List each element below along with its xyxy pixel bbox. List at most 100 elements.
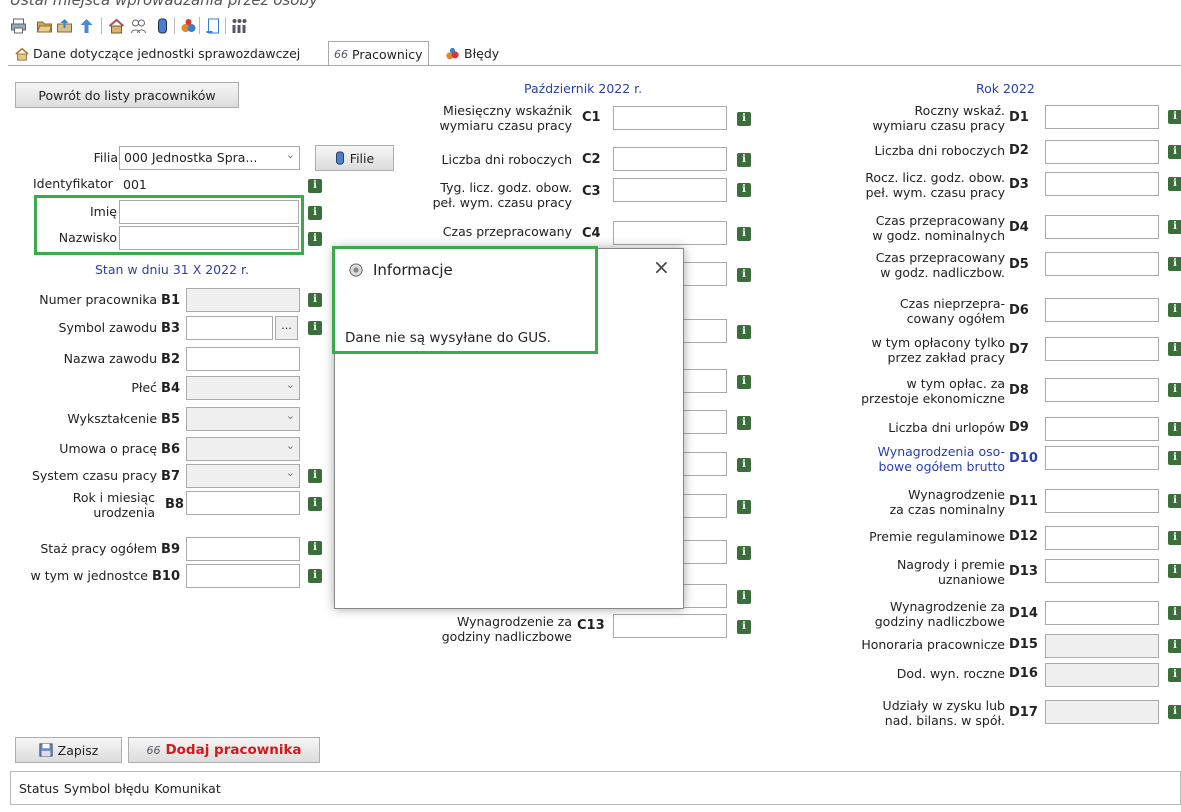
info-icon[interactable]: i — [1168, 220, 1181, 234]
info-icon[interactable]: i — [737, 620, 751, 634]
back-to-list-button[interactable]: Powrót do listy pracowników — [15, 82, 239, 108]
info-icon[interactable]: i — [737, 112, 751, 126]
info-icon[interactable]: i — [1168, 422, 1181, 436]
add-employee-button[interactable]: 66 Dodaj pracownika — [128, 737, 320, 763]
tab-jednostka[interactable]: Dane dotyczące jednostki sprawozdawczej — [10, 42, 305, 65]
info-icon[interactable]: i — [308, 497, 322, 511]
info-icon[interactable]: i — [308, 541, 322, 555]
c13-field[interactable] — [613, 614, 727, 638]
print-icon[interactable] — [10, 18, 27, 34]
b1-field[interactable] — [186, 288, 300, 312]
info-icon[interactable]: i — [308, 179, 322, 193]
info-icon[interactable]: i — [308, 469, 322, 483]
house-icon[interactable] — [108, 18, 125, 34]
info-icon[interactable]: i — [737, 153, 751, 167]
info-icon[interactable]: i — [1168, 705, 1181, 719]
info-icon[interactable]: i — [308, 206, 322, 220]
info-icon[interactable]: i — [1168, 383, 1181, 397]
table-icon[interactable] — [231, 18, 248, 34]
info-icon[interactable]: i — [1168, 342, 1181, 356]
year-field-d1[interactable] — [1045, 105, 1159, 129]
year-field-d8[interactable] — [1045, 378, 1159, 402]
year-field-d13[interactable] — [1045, 559, 1159, 583]
error-symbol-column[interactable]: Symbol błędu — [64, 781, 150, 796]
info-icon[interactable]: i — [737, 546, 751, 560]
filie-button[interactable]: Filie — [315, 145, 394, 171]
b4-select[interactable]: ⌄ — [186, 376, 300, 400]
tab-pracownicy[interactable]: 66 Pracownicy — [328, 41, 429, 66]
info-icon[interactable]: i — [1168, 564, 1181, 578]
browse-button[interactable]: ... — [275, 316, 298, 340]
year-field-d9[interactable] — [1045, 417, 1159, 441]
info-icon[interactable]: i — [737, 416, 751, 430]
info-icon[interactable]: i — [737, 590, 751, 604]
close-icon[interactable]: × — [653, 257, 670, 277]
year-field-d16[interactable] — [1045, 663, 1159, 687]
year-field-d3[interactable] — [1045, 172, 1159, 196]
b5-select[interactable]: ⌄ — [186, 407, 300, 431]
c1-field[interactable] — [613, 106, 727, 130]
info-icon[interactable]: i — [1168, 639, 1181, 653]
info-icon[interactable]: i — [308, 321, 322, 335]
b6-select[interactable]: ⌄ — [186, 437, 300, 461]
b9-field[interactable] — [186, 537, 300, 561]
b2-field[interactable] — [186, 347, 300, 371]
year-field-d11[interactable] — [1045, 489, 1159, 513]
year-field-d12[interactable] — [1045, 526, 1159, 550]
year-field-d2[interactable] — [1045, 140, 1159, 164]
c11-field[interactable] — [684, 540, 727, 564]
open-icon[interactable] — [36, 18, 53, 34]
c12-field[interactable] — [684, 584, 727, 608]
info-icon[interactable]: i — [1168, 668, 1181, 682]
info-icon[interactable]: i — [737, 227, 751, 241]
info-icon[interactable]: i — [308, 232, 322, 246]
b10-field[interactable] — [186, 564, 300, 588]
info-icon[interactable]: i — [737, 458, 751, 472]
info-icon[interactable]: i — [737, 325, 751, 339]
identyfikator-field[interactable]: 001 — [119, 173, 300, 197]
c7-field[interactable] — [684, 369, 727, 393]
b7-select[interactable]: ⌄ — [186, 464, 300, 488]
upload-icon[interactable] — [56, 18, 73, 34]
year-field-d5[interactable] — [1045, 252, 1159, 276]
c6-field[interactable] — [684, 319, 727, 343]
info-icon[interactable]: i — [1168, 110, 1181, 124]
save-doc-icon[interactable] — [205, 18, 222, 34]
filia-select[interactable]: 000 Jednostka Spra... ⌄ — [119, 146, 300, 170]
people-icon[interactable] — [180, 18, 197, 34]
info-icon[interactable]: i — [1168, 303, 1181, 317]
c3-field[interactable] — [613, 178, 727, 202]
b8-field[interactable] — [186, 491, 300, 515]
year-field-d7[interactable] — [1045, 337, 1159, 361]
info-icon[interactable]: i — [1168, 606, 1181, 620]
c2-field[interactable] — [613, 147, 727, 171]
save-button[interactable]: Zapisz — [15, 737, 122, 763]
info-icon[interactable]: i — [737, 183, 751, 197]
info-icon[interactable]: i — [1168, 531, 1181, 545]
info-icon[interactable]: i — [308, 569, 322, 583]
info-icon[interactable]: i — [308, 293, 322, 307]
year-field-d14[interactable] — [1045, 601, 1159, 625]
c8-field[interactable] — [684, 410, 727, 434]
c10-field[interactable] — [684, 494, 727, 518]
info-icon[interactable]: i — [737, 375, 751, 389]
info-icon[interactable]: i — [737, 268, 751, 282]
c4-field[interactable] — [613, 221, 727, 245]
year-field-d17[interactable] — [1045, 700, 1159, 724]
info-icon[interactable]: i — [737, 500, 751, 514]
year-field-d4[interactable] — [1045, 215, 1159, 239]
b3-field[interactable] — [186, 316, 273, 340]
year-field-d15[interactable] — [1045, 634, 1159, 658]
info-icon[interactable]: i — [1168, 257, 1181, 271]
status-column[interactable]: Status — [19, 781, 59, 796]
year-field-d10[interactable] — [1045, 446, 1159, 470]
workers-icon[interactable] — [130, 18, 147, 34]
info-icon[interactable]: i — [1168, 494, 1181, 508]
info-icon[interactable]: i — [1168, 145, 1181, 159]
info-icon[interactable]: i — [1168, 177, 1181, 191]
c9-field[interactable] — [684, 452, 727, 476]
message-column[interactable]: Komunikat — [154, 781, 220, 796]
year-field-d6[interactable] — [1045, 298, 1159, 322]
info-icon[interactable]: i — [1168, 451, 1181, 465]
up-arrow-icon[interactable] — [78, 18, 95, 34]
